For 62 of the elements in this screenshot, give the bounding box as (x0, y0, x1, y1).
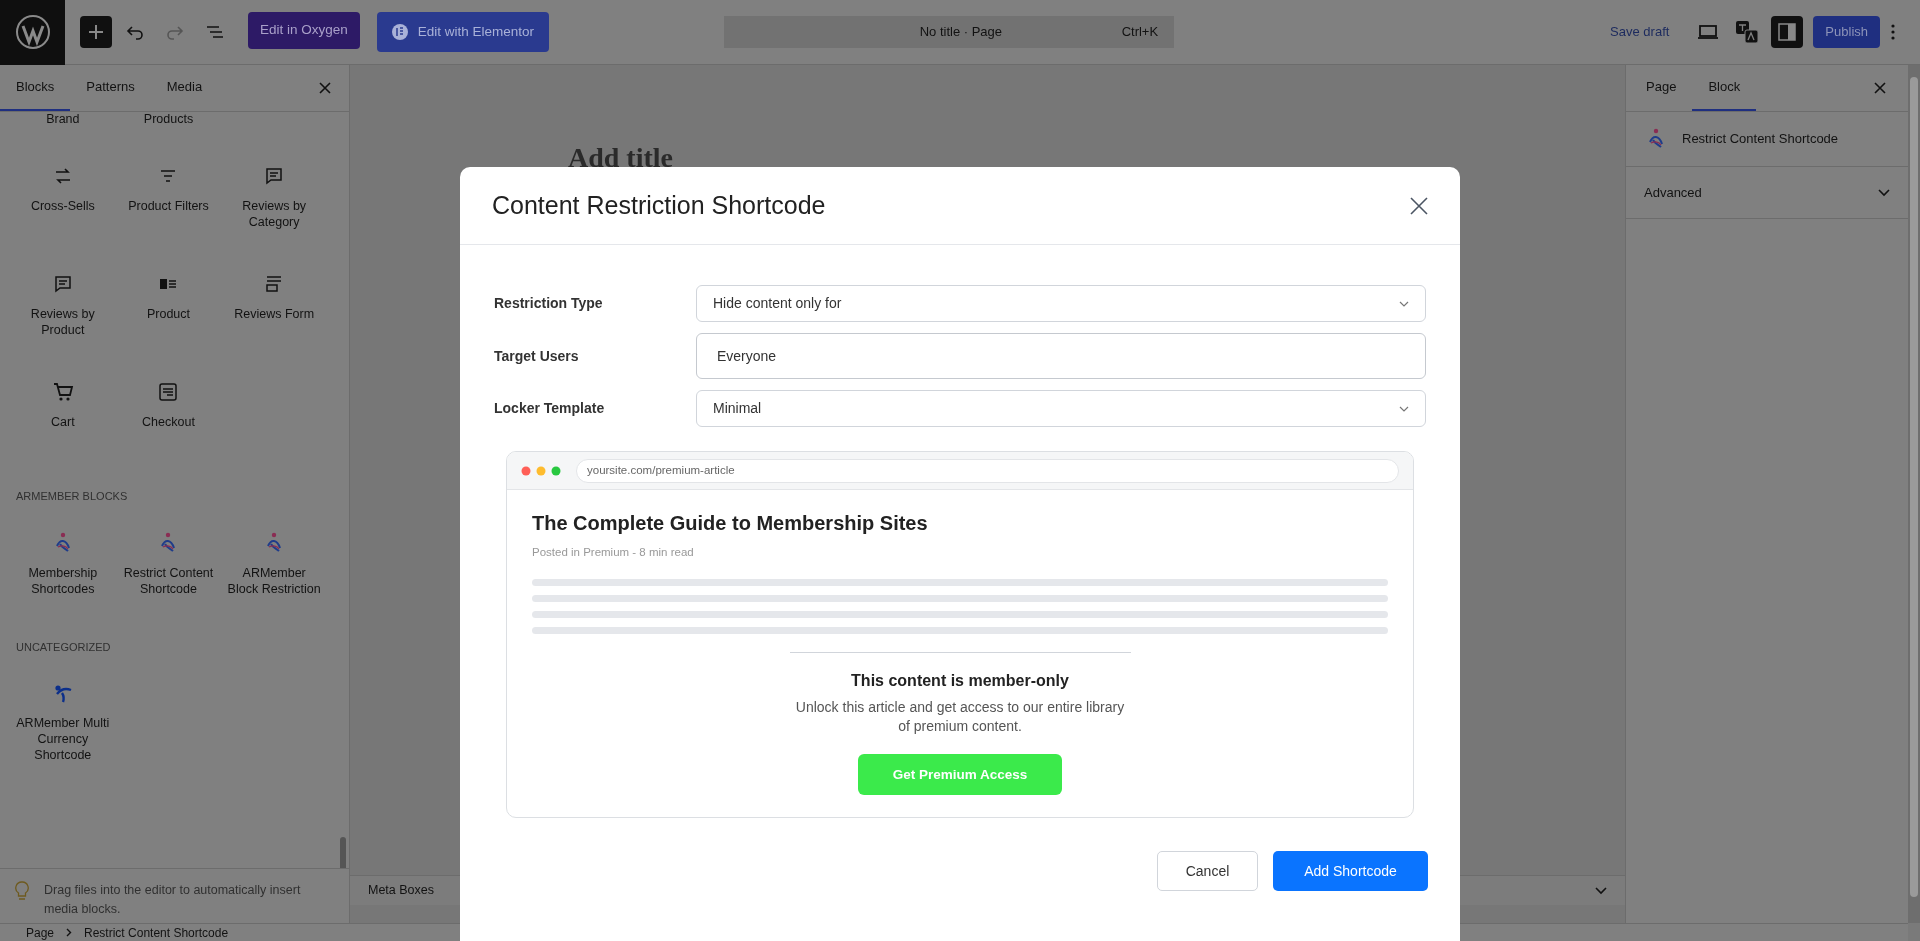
chevron-down-icon (1595, 886, 1607, 895)
command-palette-bar[interactable]: No title · Page Ctrl+K (724, 16, 1175, 48)
chevron-right-icon (66, 928, 73, 937)
close-icon[interactable] (1874, 82, 1886, 94)
dialog-title: Content Restriction Shortcode (492, 189, 826, 221)
panel-tab[interactable]: Patterns (70, 65, 151, 111)
breadcrumb-link[interactable]: Page (26, 923, 55, 941)
field-label: Locker Template (494, 399, 606, 418)
lock-description: Unlock this article and get access to our entire library of premium content. (794, 698, 1126, 737)
more-options-icon[interactable] (1890, 23, 1896, 41)
chevron-down-icon (1878, 188, 1890, 197)
block-item[interactable]: Membership Shortcodes (10, 516, 116, 619)
edit-in-oxygen-button[interactable]: Edit in Oxygen (248, 12, 360, 49)
wordpress-logo-icon[interactable] (0, 0, 65, 65)
chevron-down-icon (1399, 300, 1409, 307)
address-bar: yoursite.com/premium-article (576, 458, 1399, 483)
sidebar-icon (1778, 23, 1797, 41)
section-heading: ARMEMBER BLOCKS (15, 489, 129, 504)
block-item-label[interactable]: Products (115, 112, 222, 129)
block-item[interactable]: Product Filters (115, 150, 222, 252)
section-heading: UNCATEGORIZED (15, 639, 112, 655)
lock-title: This content is member-only (850, 671, 1070, 692)
breadcrumb-link[interactable]: Restrict Content Shortcode (84, 923, 229, 941)
panel-tab[interactable]: Blocks (0, 65, 71, 111)
block-item[interactable]: Checkout (115, 366, 222, 468)
text-field[interactable]: Everyone (696, 333, 1426, 379)
cancel-button[interactable]: Cancel (1157, 851, 1258, 891)
field-label: Target Users (494, 346, 580, 366)
close-icon[interactable] (319, 82, 331, 94)
plus-icon (88, 24, 104, 40)
publish-button[interactable]: Publish (1813, 16, 1880, 48)
edit-with-elementor-button[interactable]: Edit with Elementor (376, 12, 550, 52)
block-item[interactable]: ARMember Block Restriction (221, 516, 327, 619)
close-icon[interactable] (1410, 196, 1428, 215)
panel-tab[interactable]: Page (1630, 65, 1693, 111)
lightbulb-icon (14, 881, 30, 903)
select-field[interactable]: Hide content only for (696, 285, 1426, 322)
chevron-down-icon (1399, 405, 1409, 412)
block-item[interactable]: Cart (10, 366, 116, 468)
settings-sidebar-toggle-button[interactable] (1771, 16, 1804, 48)
elementor-logo-icon (391, 24, 408, 40)
block-item[interactable]: Reviews by Product (10, 258, 116, 360)
block-item[interactable]: Reviews Form (221, 258, 327, 360)
block-item[interactable]: Product (115, 258, 222, 360)
block-item[interactable]: ARMember Multi Currency Shortcode (10, 667, 116, 769)
article-title: The Complete Guide to Membership Sites (532, 511, 929, 536)
block-item-label[interactable]: Brand (10, 112, 116, 129)
block-item[interactable]: Restrict Content Shortcode (115, 516, 222, 619)
block-item[interactable]: Reviews by Category (221, 150, 327, 252)
article-meta: Posted in Premium - 8 min read (532, 545, 695, 560)
field-label: Restriction Type (494, 294, 604, 313)
translate-icon[interactable] (1735, 20, 1760, 44)
block-item[interactable]: Cross-Sells (10, 150, 116, 252)
select-field[interactable]: Minimal (696, 390, 1426, 427)
save-draft-link[interactable]: Save draft (1610, 22, 1670, 42)
block-name: Restrict Content Shortcode (1682, 130, 1839, 149)
add-block-button[interactable] (80, 16, 112, 48)
panel-tab[interactable]: Block (1692, 65, 1757, 111)
add-shortcode-button[interactable]: Add Shortcode (1273, 851, 1428, 891)
tip-text: Drag files into the editor to automatically insert media blocks. (44, 882, 302, 918)
panel-tab[interactable]: Media (150, 65, 219, 111)
scrollbar[interactable] (1908, 65, 1920, 923)
